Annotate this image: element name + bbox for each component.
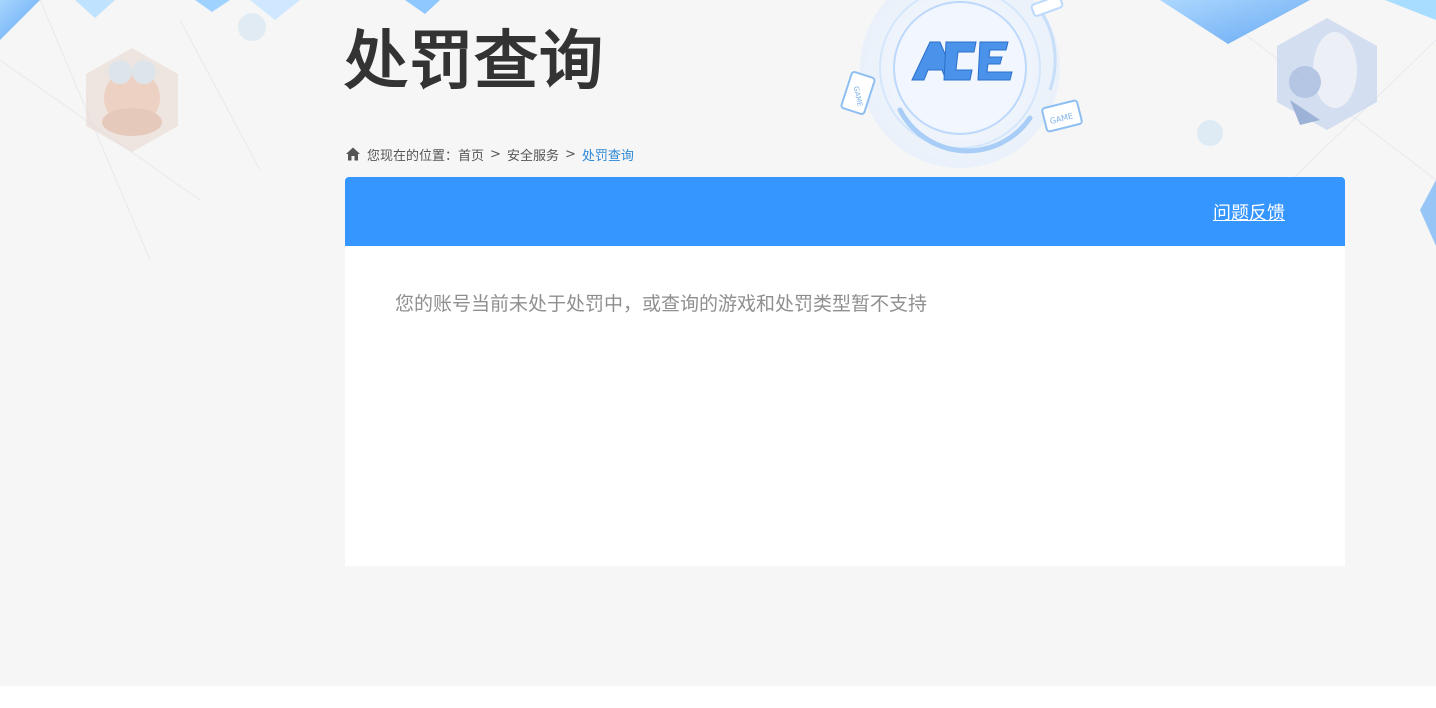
avatar-right — [1277, 18, 1377, 130]
status-message: 您的账号当前未处于处罚中，或查询的游戏和处罚类型暂不支持 — [395, 293, 928, 315]
breadcrumb-prefix: 您现在的位置： — [367, 148, 459, 164]
breadcrumb-separator: > — [564, 146, 576, 162]
breadcrumb: 您现在的位置： 首页 > 安全服务 > 处罚查询 — [345, 144, 634, 164]
ace-logo-emblem: GAME GAME — [840, 0, 1083, 168]
page-title: 处罚查询 — [344, 25, 604, 99]
avatar-left — [86, 48, 178, 152]
breadcrumb-link-security-services[interactable]: 安全服务 — [507, 145, 559, 164]
breadcrumb-separator: > — [490, 146, 501, 162]
home-icon — [346, 147, 360, 161]
panel-header: 问题反馈 — [345, 177, 1345, 246]
breadcrumb-link-home[interactable]: 首页 — [458, 145, 484, 164]
feedback-link[interactable]: 问题反馈 — [1213, 199, 1285, 225]
page-background: GAME GAME 处罚查询 您现在的位置： 首页 > 安全服务 > 处罚查询 … — [0, 0, 1436, 686]
breadcrumb-current-page: 处罚查询 — [581, 148, 634, 164]
result-panel: 问题反馈 您的账号当前未处于处罚中，或查询的游戏和处罚类型暂不支持 — [345, 177, 1345, 566]
